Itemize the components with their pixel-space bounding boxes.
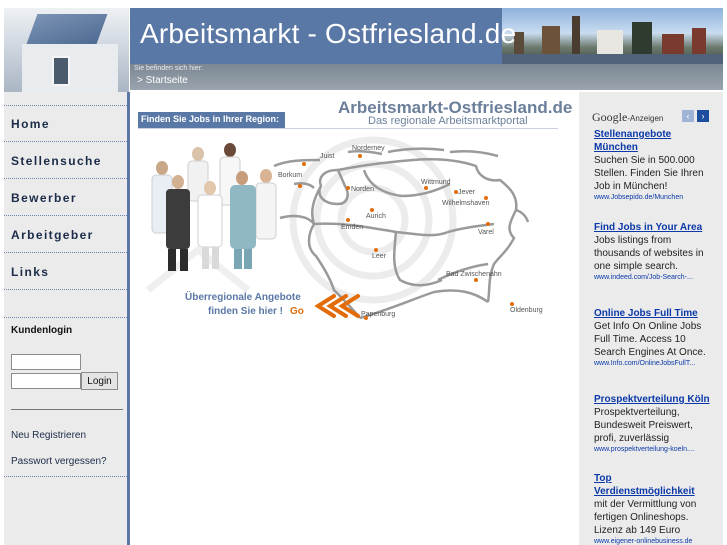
nav-item-stellensuche[interactable]: Stellensuche [4,142,127,179]
nav-item-links[interactable]: Links [4,253,127,290]
ad-body: Suchen Sie in 500.000 Stellen. Finden Si… [594,155,704,192]
nav-item-label: Stellensuche [11,154,102,168]
password-field[interactable] [11,373,81,389]
promo-line-2[interactable]: finden Sie hier ! [208,306,283,317]
login-divider [11,409,123,410]
header-harbor-photo [502,8,723,64]
nav-item-home[interactable]: Home [4,105,127,142]
ad-url-link[interactable]: www.indeed.com/Job-Search-... [594,273,712,283]
city-label-norden[interactable]: Norden [351,186,374,193]
ad-title-link[interactable]: Prospektverteilung Köln [594,393,712,406]
city-label-oldenburg[interactable]: Oldenburg [510,307,543,314]
job-seekers-group-image [151,143,277,271]
region-divider [138,128,558,129]
site-title[interactable]: Arbeitsmarkt - Ostfriesland.de [140,18,516,50]
promo-arrow-icon[interactable] [314,294,360,318]
register-link[interactable]: Neu Registrieren [11,430,86,441]
city-label-jever[interactable]: Jever [458,189,475,196]
city-label-aurich[interactable]: Aurich [366,213,386,220]
nav-item-bewerber[interactable]: Bewerber [4,179,127,216]
nav-item-label: Bewerber [11,191,77,205]
ad-body: Get Info On Online Jobs Full Time. Acces… [594,321,706,358]
forgot-password-link[interactable]: Passwort vergessen? [11,456,107,467]
nav-item-label: Home [11,117,50,131]
header-house-image [4,8,130,92]
ad-body: mit der Vermittlung von fertigen Onlines… [594,499,697,536]
nav-spacer [4,290,127,318]
ads-label: -Anzeigen [627,114,664,123]
city-label-norderney[interactable]: Norderney [352,145,385,152]
ad-item: Top Verdienstmöglichkeit mit der Vermitt… [594,472,712,545]
ads-prev-arrow-icon[interactable]: ‹ [682,110,694,122]
breadcrumb-label: Sie befinden sich hier: [134,65,203,72]
ads-next-arrow-icon[interactable]: › [697,110,709,122]
login-bottom-divider [4,476,127,477]
nav-item-label: Links [11,265,50,279]
breadcrumb-current[interactable]: > Startseite [137,75,188,86]
city-label-juist[interactable]: Juist [320,153,334,160]
nav-item-arbeitgeber[interactable]: Arbeitgeber [4,216,127,253]
login-title: Kundenlogin [11,325,73,336]
ad-item: Online Jobs Full Time Get Info On Online… [594,307,712,369]
city-label-varel[interactable]: Varel [478,229,494,236]
region-label: Finden Sie Jobs in Ihrer Region: [138,112,285,128]
ad-item: Stellenangebote München Suchen Sie in 50… [594,128,712,203]
google-logo: Google [592,110,628,124]
city-label-papenburg[interactable]: Papenburg [361,311,395,318]
city-label-wittmund[interactable]: Wittmund [421,179,451,186]
ad-title-link[interactable]: Top Verdienstmöglichkeit [594,472,712,498]
username-field[interactable] [11,354,81,370]
ad-url-link[interactable]: www.prospektverteilung-koeln.... [594,445,712,455]
ad-url-link[interactable]: www.eigener-onlinebusiness.de [594,537,712,545]
ad-url-link[interactable]: www.Jobsepido.de/Munchen [594,193,712,203]
ad-body: Jobs listings from thousands of websites… [594,235,704,272]
ad-item: Prospektverteilung Köln Prospektverteilu… [594,393,712,455]
ads-header: Google-Anzeigen [592,110,663,125]
nav-item-label: Arbeitgeber [11,228,94,242]
center-tagline: Das regionale Arbeitsmarktportal [368,115,528,127]
ad-body: Prospektverteilung, Bundesweit Preiswert… [594,407,693,444]
city-label-bad-zwischenahn[interactable]: Bad Zwischenahn [446,271,502,278]
login-button[interactable]: Login [81,372,118,390]
promo-go-link[interactable]: Go [290,306,304,317]
sidebar-divider [127,92,130,545]
city-label-wilhelmshaven[interactable]: Wilhelmshaven [442,200,489,207]
ad-title-link[interactable]: Find Jobs in Your Area [594,221,712,234]
ad-title-link[interactable]: Stellenangebote München [594,128,712,154]
promo-line-1[interactable]: Überregionale Angebote [185,292,301,303]
city-label-emden[interactable]: Emden [341,224,363,231]
ad-title-link[interactable]: Online Jobs Full Time [594,307,712,320]
city-label-borkum[interactable]: Borkum [278,172,302,179]
ad-item: Find Jobs in Your Area Jobs listings fro… [594,221,712,283]
page-header: Arbeitsmarkt - Ostfriesland.de Sie befin… [0,0,727,92]
city-label-leer[interactable]: Leer [372,253,386,260]
breadcrumb-bar [130,64,723,90]
ad-url-link[interactable]: www.Info.com/OnlineJobsFullT... [594,359,712,369]
